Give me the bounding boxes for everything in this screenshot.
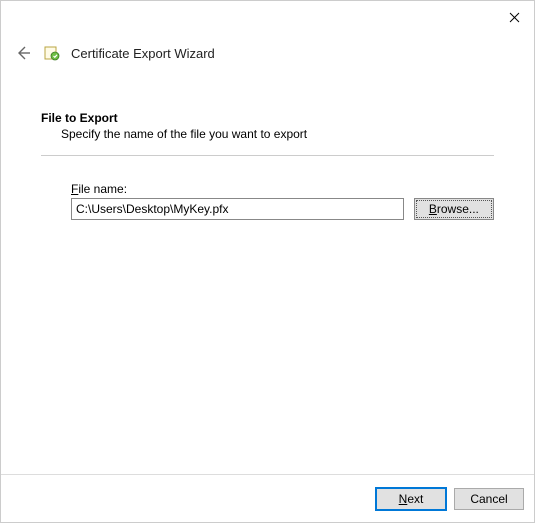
- wizard-title: Certificate Export Wizard: [71, 46, 215, 61]
- wizard-footer: Next Cancel: [1, 474, 534, 522]
- page-heading: File to Export: [41, 111, 494, 125]
- close-icon: [509, 12, 520, 23]
- file-name-label: File name:: [71, 182, 494, 196]
- wizard-content: File to Export Specify the name of the f…: [1, 69, 534, 220]
- cancel-button[interactable]: Cancel: [454, 488, 524, 510]
- divider: [41, 155, 494, 156]
- file-field-block: File name: Browse...: [41, 182, 494, 220]
- back-button[interactable]: [13, 43, 33, 63]
- close-button[interactable]: [502, 5, 526, 29]
- wizard-header: Certificate Export Wizard: [1, 33, 534, 69]
- titlebar: [1, 1, 534, 33]
- file-field-row: Browse...: [71, 198, 494, 220]
- next-button[interactable]: Next: [376, 488, 446, 510]
- page-subtitle: Specify the name of the file you want to…: [41, 127, 494, 141]
- file-name-input[interactable]: [71, 198, 404, 220]
- browse-button[interactable]: Browse...: [414, 198, 494, 220]
- certificate-icon: [43, 44, 61, 62]
- back-arrow-icon: [15, 45, 31, 61]
